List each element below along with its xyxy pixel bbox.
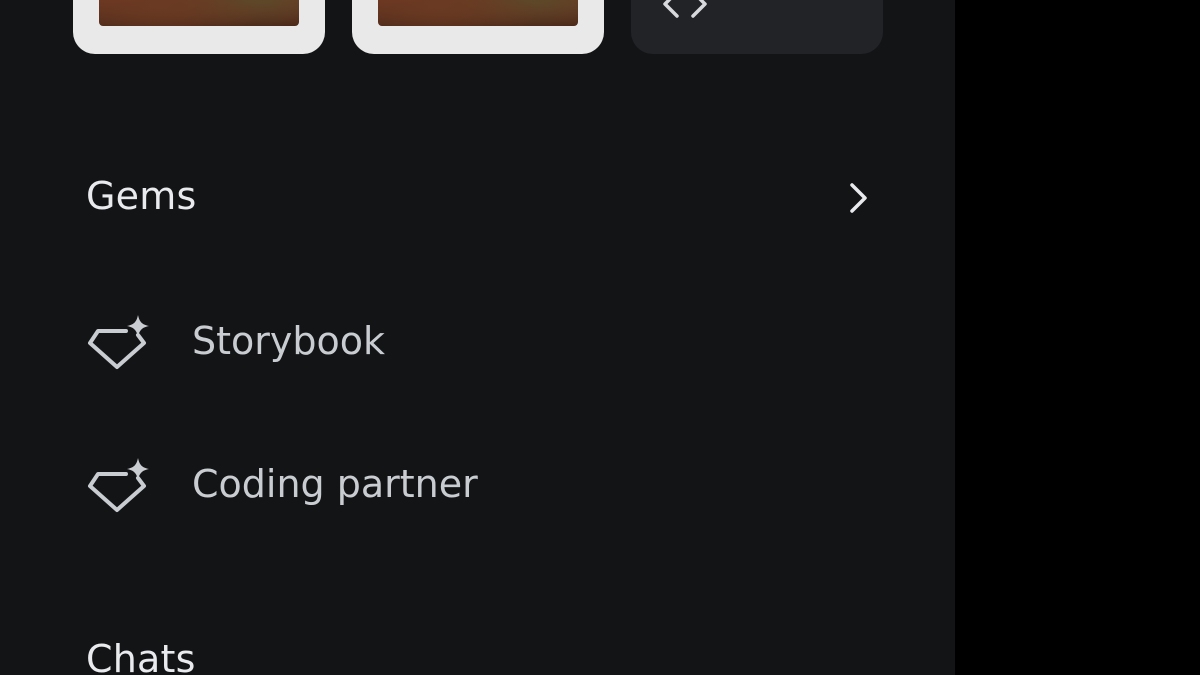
thumbnail-image: [378, 0, 578, 26]
gem-item-coding-partner[interactable]: Coding partner: [0, 428, 955, 538]
code-icon: [663, 0, 707, 18]
code-tile[interactable]: [631, 0, 883, 54]
gem-item-label: Storybook: [192, 319, 386, 363]
thumbnail-image: [99, 0, 299, 26]
media-thumbnail[interactable]: [352, 0, 604, 54]
gem-item-storybook[interactable]: Storybook: [0, 285, 955, 395]
navigation-drawer: Gems Storybook Coding partner Chats: [0, 0, 955, 675]
gem-sparkle-icon: [88, 315, 149, 369]
gem-item-label: Coding partner: [192, 462, 478, 506]
media-thumbnail[interactable]: [73, 0, 325, 54]
chats-section-header: Chats: [86, 637, 196, 675]
dimmed-content-area[interactable]: [955, 0, 1200, 675]
gems-section-header[interactable]: Gems: [86, 174, 196, 218]
gem-sparkle-icon: [88, 458, 149, 512]
chevron-right-icon[interactable]: [843, 180, 875, 216]
